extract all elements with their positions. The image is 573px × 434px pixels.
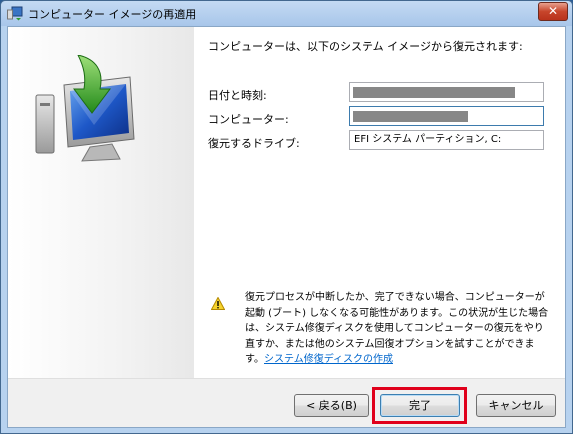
back-button[interactable]: < 戻る(B) [294,394,369,417]
finish-button[interactable]: 完了 [380,394,460,417]
restore-heading: コンピューターは、以下のシステム イメージから復元されます: [208,40,523,53]
datetime-field [349,82,544,102]
dialog-window: コンピューター イメージの再適用 ✕ コンピューターは、以下のシステム イメージ… [0,0,573,434]
drive-field: EFI システム パーティション, C: [349,130,544,150]
window-title: コンピューター イメージの再適用 [28,8,197,21]
computer-field [349,106,544,126]
cancel-button[interactable]: キャンセル [476,394,556,417]
restore-computer-icon [35,55,135,162]
title-bar[interactable]: コンピューター イメージの再適用 ✕ [1,1,572,26]
repair-disc-link[interactable]: システム修復ディスクの作成 [264,354,393,365]
datetime-label: 日付と時刻: [208,89,267,102]
computer-label: コンピューター: [208,113,289,126]
side-panel [8,27,194,378]
redacted-block [353,87,515,98]
dialog-body: コンピューターは、以下のシステム イメージから復元されます: 日付と時刻: コン… [7,26,566,428]
warning-icon [211,297,225,310]
button-bar: < 戻る(B) 完了 キャンセル [8,378,565,427]
drive-label: 復元するドライブ: [208,137,300,150]
redacted-block [353,111,468,122]
backup-icon [7,6,23,21]
warning-message: 復元プロセスが中断したか、完了できない場合、コンピューターが起動 (ブート) し… [245,290,550,368]
close-button[interactable]: ✕ [538,2,568,21]
